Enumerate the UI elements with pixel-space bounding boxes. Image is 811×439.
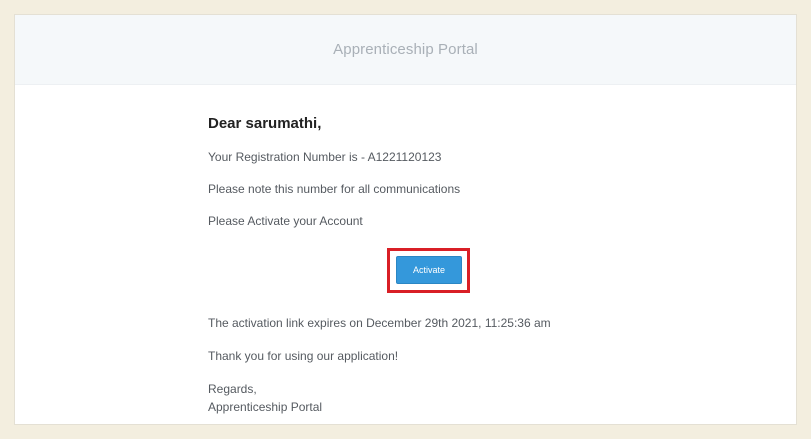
greeting: Dear sarumathi,	[208, 115, 322, 132]
regards-text: Regards,	[208, 382, 257, 396]
activate-prompt-text: Please Activate your Account	[208, 214, 363, 228]
signature-text: Apprenticeship Portal	[208, 400, 323, 414]
header-title: Apprenticeship Portal	[333, 41, 478, 58]
activate-button[interactable]: Activate	[396, 256, 462, 284]
thanks-text: Thank you for using our application!	[208, 349, 399, 363]
registration-number-text: Your Registration Number is - A122112012…	[208, 150, 442, 164]
expiry-text: The activation link expires on December …	[208, 316, 551, 330]
email-frame: Apprenticeship Portal Dear sarumathi, Yo…	[14, 14, 797, 425]
note-text: Please note this number for all communic…	[208, 182, 461, 196]
email-header: Apprenticeship Portal	[15, 15, 796, 85]
